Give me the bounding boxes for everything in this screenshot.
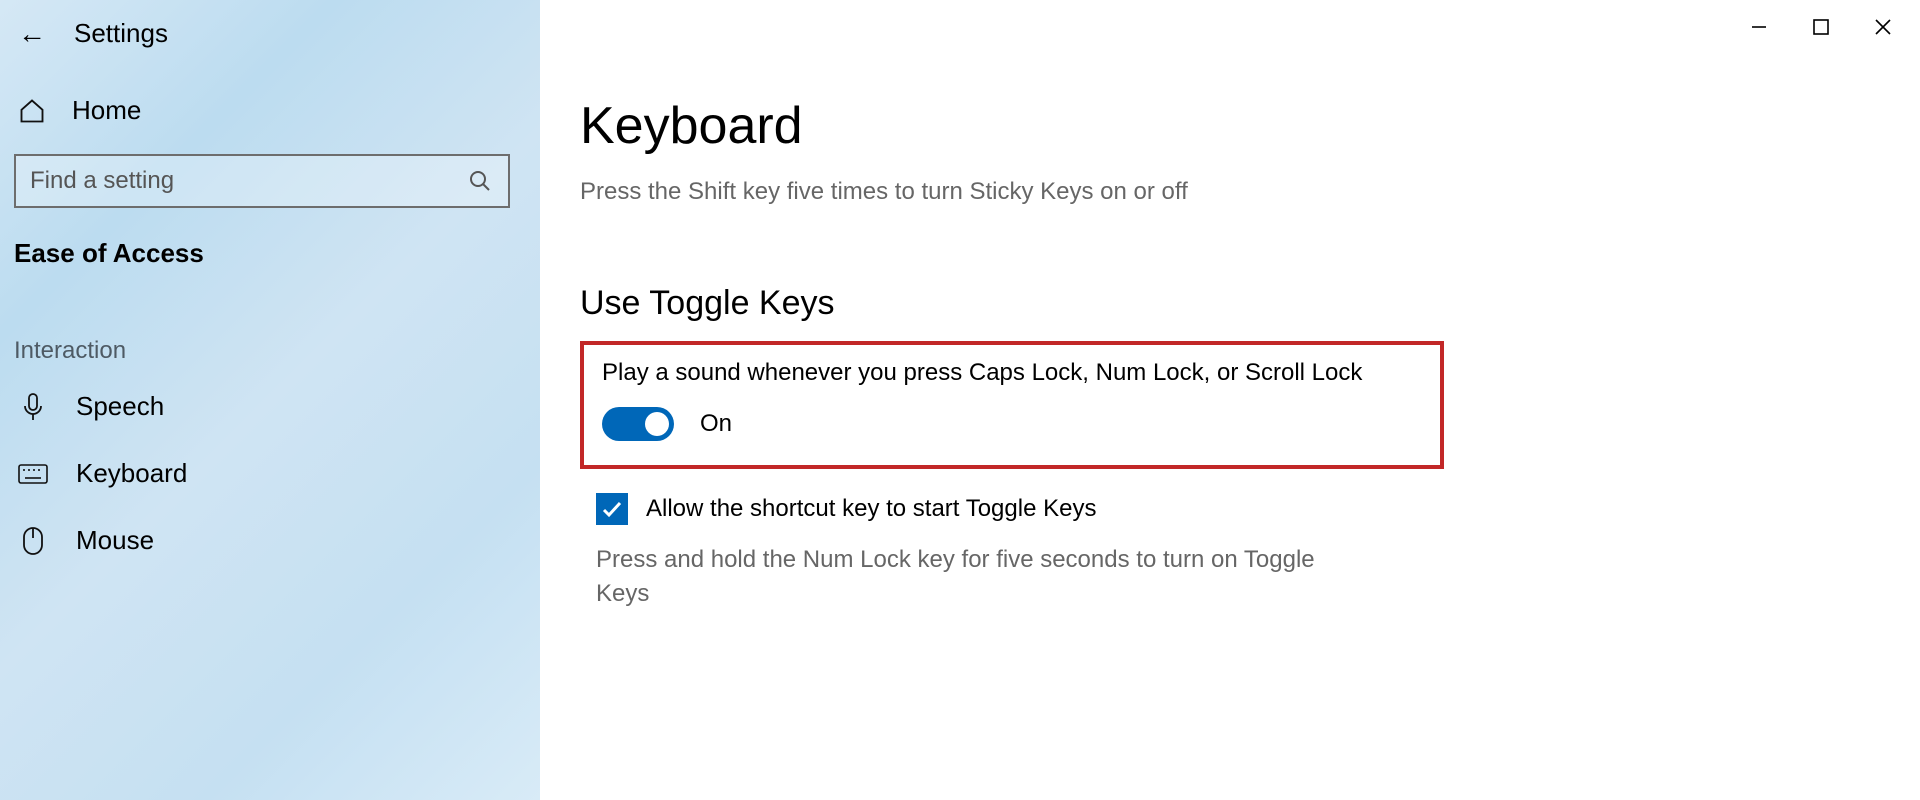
toggle-keys-switch[interactable] (602, 407, 674, 441)
section-title-toggle-keys: Use Toggle Keys (580, 284, 1880, 323)
header-row: ← Settings (10, 12, 530, 77)
toggle-description: Play a sound whenever you press Caps Loc… (602, 359, 1422, 387)
sidebar-item-keyboard[interactable]: Keyboard (10, 440, 530, 507)
sidebar-item-mouse[interactable]: Mouse (10, 507, 530, 574)
back-arrow-icon[interactable]: ← (18, 20, 46, 48)
home-icon (18, 97, 46, 125)
checkbox-hint: Press and hold the Num Lock key for five… (580, 543, 1360, 610)
toggle-row: On (602, 407, 1422, 441)
sidebar-group-label: Interaction (10, 287, 530, 373)
maximize-button[interactable] (1792, 6, 1850, 48)
checkbox-row: Allow the shortcut key to start Toggle K… (580, 493, 1880, 525)
toggle-knob (645, 412, 669, 436)
content-area: Keyboard Press the Shift key five times … (540, 0, 1920, 610)
search-input[interactable] (16, 156, 508, 206)
nav-home[interactable]: Home (10, 77, 530, 144)
sidebar: ← Settings Home Ease of Access Interacti… (0, 0, 540, 800)
toggle-state-label: On (700, 410, 732, 438)
app-title: Settings (74, 18, 168, 49)
sidebar-item-label: Keyboard (76, 458, 187, 489)
window-controls (1730, 6, 1912, 48)
sticky-keys-description: Press the Shift key five times to turn S… (580, 178, 1880, 206)
sidebar-item-label: Speech (76, 391, 164, 422)
keyboard-icon (18, 464, 48, 484)
nav-home-label: Home (72, 95, 141, 126)
search-icon (468, 169, 492, 193)
checkbox-label: Allow the shortcut key to start Toggle K… (646, 495, 1096, 523)
close-button[interactable] (1854, 6, 1912, 48)
sidebar-section-label: Ease of Access (10, 232, 530, 287)
microphone-icon (18, 392, 48, 422)
mouse-icon (18, 526, 48, 556)
minimize-button[interactable] (1730, 6, 1788, 48)
highlight-box: Play a sound whenever you press Caps Loc… (580, 341, 1444, 469)
search-wrapper (14, 154, 526, 208)
main-panel: Keyboard Press the Shift key five times … (540, 0, 1920, 800)
sidebar-item-label: Mouse (76, 525, 154, 556)
search-box[interactable] (14, 154, 510, 208)
shortcut-checkbox[interactable] (596, 493, 628, 525)
page-title: Keyboard (580, 96, 1880, 156)
sidebar-item-speech[interactable]: Speech (10, 373, 530, 440)
